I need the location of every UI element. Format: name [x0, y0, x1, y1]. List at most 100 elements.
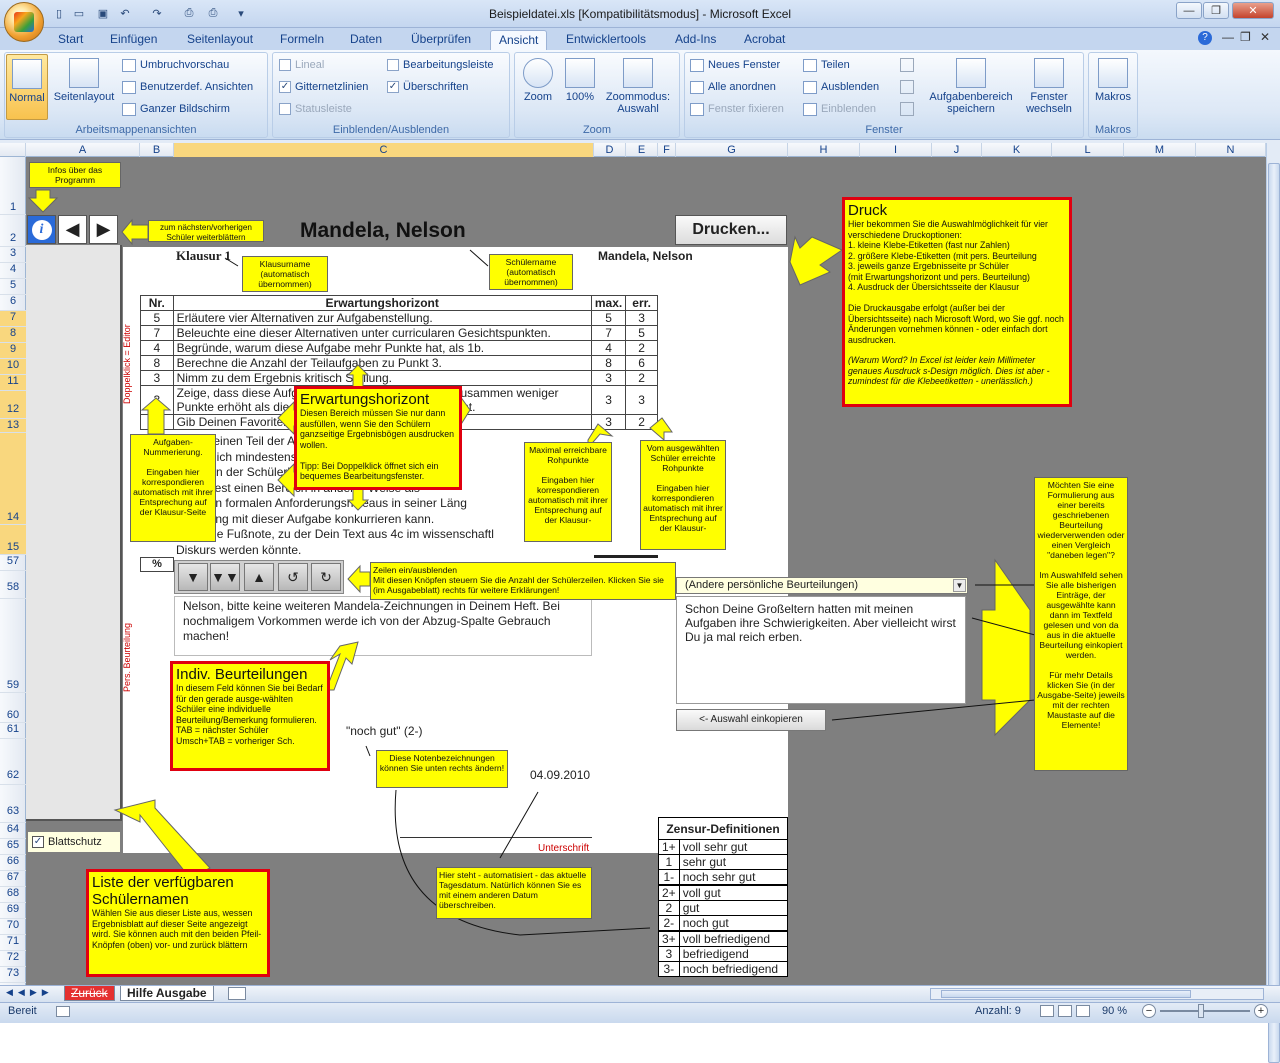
col-header-g[interactable]: G — [676, 143, 788, 157]
reset-position-icon[interactable] — [900, 102, 914, 116]
cell-max[interactable]: 8 — [590, 355, 627, 371]
grade-code[interactable]: 3 — [658, 946, 680, 962]
grade-name[interactable]: voll sehr gut — [678, 839, 789, 855]
zoom-in-icon[interactable]: + — [1254, 1004, 1268, 1018]
cell-nr[interactable]: 3 — [140, 414, 174, 430]
cell-err[interactable]: 6 — [625, 355, 658, 371]
cell-nr[interactable]: 5 — [140, 310, 174, 326]
row-header[interactable]: 71 — [0, 935, 26, 951]
grade-name[interactable]: voll gut — [678, 884, 789, 901]
col-header-m[interactable]: M — [1124, 143, 1196, 157]
row-header[interactable]: 58 — [0, 571, 26, 599]
cell-nr[interactable]: 4 — [140, 340, 174, 356]
print-icon[interactable]: ⎙ — [204, 5, 222, 22]
redo-icon[interactable]: ↷ — [148, 5, 166, 22]
date-text[interactable]: 04.09.2010 — [530, 768, 590, 782]
row-header[interactable]: 68 — [0, 887, 26, 903]
cell-max[interactable]: 3 — [590, 370, 627, 386]
table-row[interactable]: 3 befriedigend — [658, 946, 789, 962]
col-header-d[interactable]: D — [594, 143, 626, 157]
sync-scroll-icon[interactable] — [900, 80, 914, 94]
table-row[interactable]: 3 Nimm zu dem Ergebnis kritisch Stellung.… — [140, 370, 658, 386]
col-header-h[interactable]: H — [788, 143, 860, 157]
row-header[interactable]: 67 — [0, 871, 26, 887]
row-header[interactable]: 14 — [0, 433, 26, 525]
row-header[interactable]: 59 — [0, 599, 26, 693]
cell-nr[interactable]: 8 — [140, 355, 174, 371]
table-row[interactable]: 3+ voll befriedigend — [658, 930, 789, 947]
sheet-tab-hilfe-ausgabe[interactable]: Hilfe Ausgabe — [120, 986, 214, 1001]
alle-anordnen-button[interactable]: Alle anordnen — [690, 78, 776, 96]
col-header-b[interactable]: B — [140, 143, 174, 157]
vertical-scrollbar[interactable] — [1266, 143, 1280, 1063]
select-all-corner[interactable] — [0, 143, 26, 157]
row-header[interactable]: 69 — [0, 903, 26, 919]
cell-err[interactable]: 5 — [625, 325, 658, 341]
undo-icon[interactable]: ↶ — [116, 5, 134, 22]
col-header-l[interactable]: L — [1052, 143, 1124, 157]
page-break-icon[interactable] — [1076, 1005, 1090, 1017]
previous-student-button[interactable]: ◀ — [58, 215, 87, 244]
row-header[interactable]: 65 — [0, 839, 26, 855]
grade-name[interactable]: noch befriedigend — [678, 961, 789, 977]
cell-task[interactable]: Erläutere vier Alternativen zur Aufgaben… — [172, 310, 592, 326]
ribbon-restore-icon[interactable]: ❐ — [1240, 30, 1251, 44]
table-row[interactable]: 1- noch sehr gut — [658, 869, 789, 886]
cell-err[interactable]: 2 — [625, 414, 658, 430]
row-header[interactable]: 10 — [0, 359, 26, 375]
ausblenden-button[interactable]: Ausblenden — [803, 78, 879, 96]
bearbeitungsleiste-checkbox[interactable]: Bearbeitungsleiste — [387, 56, 494, 74]
grade-code[interactable]: 1+ — [658, 839, 680, 855]
row-header[interactable]: 57 — [0, 555, 26, 571]
fenster-wechseln-button[interactable]: Fenster wechseln — [1018, 58, 1080, 115]
percent-cell[interactable]: % — [140, 557, 174, 572]
normal-view-button[interactable]: Normal — [6, 54, 48, 120]
col-header-a[interactable]: A — [26, 143, 140, 157]
table-row[interactable]: 2+ voll gut — [658, 884, 789, 901]
row-header[interactable]: 11 — [0, 375, 26, 391]
cell-max[interactable]: 4 — [590, 340, 627, 356]
insert-sheet-icon[interactable] — [228, 987, 246, 1000]
grade-name[interactable]: voll befriedigend — [678, 930, 789, 947]
hide-rows-button[interactable]: ▼▼ — [210, 563, 240, 591]
print-button[interactable]: Drucken... — [675, 215, 787, 245]
open-folder-icon[interactable]: ▭ — [70, 5, 88, 22]
office-button[interactable] — [4, 2, 44, 42]
tab-ueberpruefen[interactable]: Überprüfen — [403, 30, 479, 50]
cell-max[interactable]: 3 — [590, 385, 627, 415]
tab-daten[interactable]: Daten — [342, 30, 390, 50]
teilen-button[interactable]: Teilen — [803, 56, 850, 74]
col-header-j[interactable]: J — [932, 143, 982, 157]
table-row[interactable]: 5 Erläutere vier Alternativen zur Aufgabe… — [140, 310, 658, 326]
cell-task[interactable]: Nimm zu dem Ergebnis kritisch Stellung. — [172, 370, 592, 386]
cell-max[interactable]: 3 — [590, 414, 627, 430]
show-row-button[interactable]: ▲ — [244, 563, 274, 591]
cell-task[interactable]: Berechne die Anzahl der Teilaufgaben zu … — [172, 355, 592, 371]
normal-view-icon[interactable] — [1040, 1005, 1054, 1017]
row-header[interactable]: 60 — [0, 693, 26, 723]
beurteilung-dropdown[interactable]: (Andere persönliche Beurteilungen) ▼ — [676, 577, 968, 594]
grade-name[interactable]: befriedigend — [678, 946, 789, 962]
student-list-panel[interactable] — [26, 245, 122, 821]
cell-nr[interactable]: 7 — [140, 325, 174, 341]
new-file-icon[interactable]: ▯ — [50, 5, 68, 22]
row-header[interactable]: 2 — [0, 215, 26, 247]
cell-max[interactable]: 7 — [590, 325, 627, 341]
row-header[interactable]: 66 — [0, 855, 26, 871]
grade-code[interactable]: 3+ — [658, 930, 680, 947]
table-row[interactable]: 3- noch befriedigend — [658, 961, 789, 977]
close-button[interactable]: ✕ — [1232, 2, 1274, 19]
lineal-checkbox[interactable]: Lineal — [279, 56, 324, 74]
cell-nr[interactable]: 3 — [140, 370, 174, 386]
row-header[interactable]: 3 — [0, 247, 26, 263]
neues-fenster-button[interactable]: Neues Fenster — [690, 56, 780, 74]
row-header[interactable]: 8 — [0, 327, 26, 343]
tab-add-ins[interactable]: Add-Ins — [667, 30, 724, 50]
copy-selection-button[interactable]: <- Auswahl einkopieren — [676, 709, 826, 731]
row-header[interactable]: 5 — [0, 279, 26, 295]
col-header-i[interactable]: I — [860, 143, 932, 157]
row-header[interactable]: 9 — [0, 343, 26, 359]
restore-button[interactable]: ❐ — [1203, 2, 1229, 19]
cell-err[interactable]: 3 — [625, 310, 658, 326]
row-header[interactable]: 72 — [0, 951, 26, 967]
